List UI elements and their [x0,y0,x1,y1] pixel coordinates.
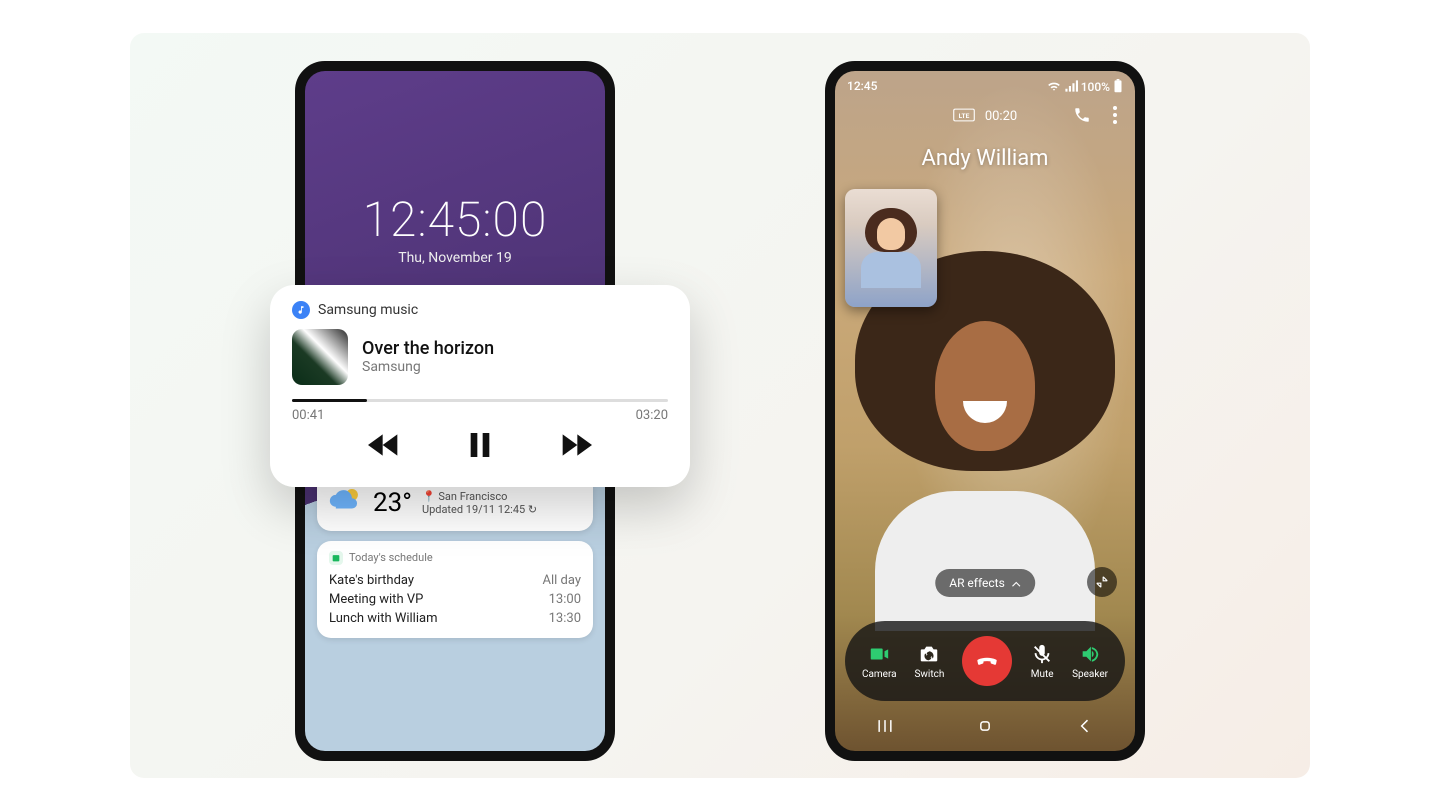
more-options-icon[interactable] [1113,106,1117,128]
next-track-button[interactable] [560,429,592,465]
svg-text:LTE: LTE [958,111,969,119]
collapse-button[interactable] [1087,567,1117,597]
presentation-stage: 12:45:00 Thu, November 19 Weather [130,33,1310,778]
nav-recent-icon[interactable] [875,716,895,740]
end-call-button[interactable] [962,636,1012,686]
lockscreen-date: Thu, November 19 [398,250,512,266]
phone-video-call: 12:45 100% LTE 00:20 Andy William [825,61,1145,761]
caller-name: Andy William [835,146,1135,171]
battery-text: 100% [1081,80,1110,94]
schedule-row: Kate's birthdayAll day [329,571,581,590]
mute-button[interactable]: Mute [1030,642,1054,680]
nav-back-icon[interactable] [1075,716,1095,740]
music-app-name: Samsung music [318,302,418,318]
remote-video [885,271,1085,531]
status-clock: 12:45 [847,79,877,96]
call-duration: 00:20 [985,109,1017,124]
track-artist: Samsung [362,359,494,375]
wifi-icon [1047,80,1061,95]
self-view-avatar [861,208,921,288]
music-progress-bar[interactable] [292,399,668,402]
video-call-screen: 12:45 100% LTE 00:20 Andy William [835,71,1135,751]
schedule-row: Meeting with VP13:00 [329,590,581,609]
schedule-card[interactable]: Today's schedule Kate's birthdayAll day … [317,541,593,638]
weather-condition-icon [329,486,363,521]
music-widget[interactable]: Samsung music Over the horizon Samsung 0… [270,285,690,487]
music-elapsed: 00:41 [292,408,324,423]
call-top-bar: LTE 00:20 [835,108,1135,126]
weather-temp: 23° [373,488,412,518]
chevron-up-icon [1011,576,1021,590]
status-bar: 12:45 100% [835,71,1135,104]
music-app-icon [292,301,310,319]
schedule-card-title: Today's schedule [349,551,433,564]
self-view-pip[interactable] [845,189,937,307]
weather-city: San Francisco [438,490,507,503]
refresh-icon: ↻ [528,503,537,516]
location-pin-icon: 📍 [422,490,436,503]
ar-effects-label: AR effects [949,576,1005,590]
track-title: Over the horizon [362,338,494,359]
call-action-bar: Camera Switch Mute Speaker [845,621,1125,701]
speaker-button[interactable]: Speaker [1072,642,1108,680]
video-type-icon: LTE [953,108,975,126]
signal-icon [1064,80,1078,95]
ar-effects-button[interactable]: AR effects [935,569,1035,597]
camera-button[interactable]: Camera [862,642,897,680]
music-duration: 03:20 [636,408,668,423]
weather-updated: Updated 19/11 12:45 [422,503,525,516]
prev-track-button[interactable] [368,429,400,465]
battery-icon [1113,79,1123,96]
voice-call-icon[interactable] [1073,106,1091,128]
music-progress-fill [292,399,367,402]
calendar-app-icon [329,551,343,565]
switch-camera-button[interactable]: Switch [914,642,944,680]
album-art [292,329,348,385]
schedule-row: Lunch with William13:30 [329,609,581,628]
lockscreen-clock: 12:45:00 [363,191,548,248]
android-nav-bar [835,713,1135,743]
nav-home-icon[interactable] [975,716,995,740]
pause-button[interactable] [464,429,496,465]
